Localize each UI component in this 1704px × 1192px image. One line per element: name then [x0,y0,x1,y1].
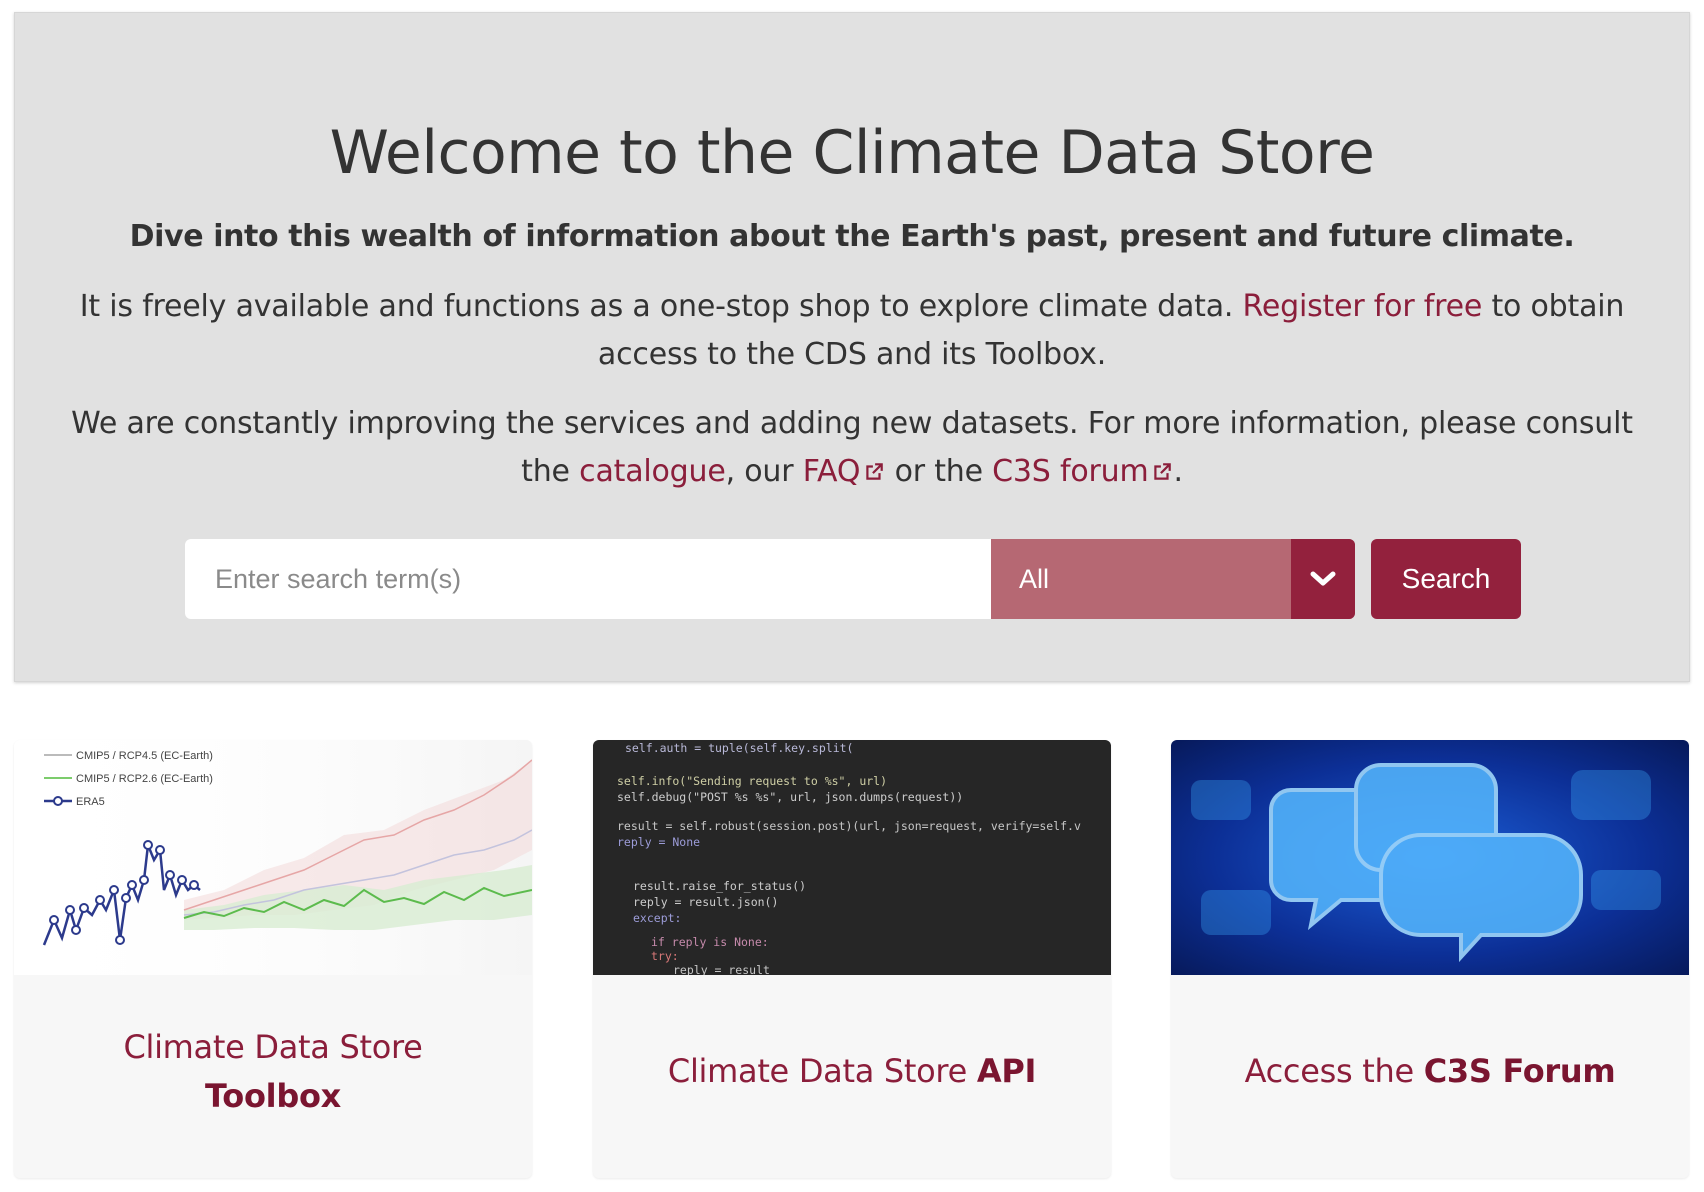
api-card-title[interactable]: Climate Data Store API [593,975,1111,1178]
forum-speech-bubbles-image [1171,740,1689,975]
legend-label-rcp26: CMIP5 / RCP2.6 (EC-Earth) [76,773,213,785]
toolbox-chart-image: CMIP5 / RCP4.5 (EC-Earth) CMIP5 / RCP2.6… [14,740,532,975]
info-text-2: , our [725,454,803,489]
search-button[interactable]: Search [1371,539,1521,619]
register-link[interactable]: Register for free [1243,289,1483,324]
info-text-3: or the [885,454,993,489]
toolbox-card-title-line1: Climate Data Store [123,1027,423,1066]
page-title: Welcome to the Climate Data Store [329,118,1375,188]
catalogue-link[interactable]: catalogue [579,454,726,489]
api-code-image: self.auth = tuple(self.key.split( self.i… [593,740,1111,975]
search-bar: All Search [185,539,1533,619]
info-paragraph: We are constantly improving the services… [55,400,1649,496]
legend-label-rcp45: CMIP5 / RCP4.5 (EC-Earth) [76,750,213,762]
search-input[interactable] [185,539,991,619]
api-card-title-line1: Climate Data Store [667,1052,977,1090]
faq-link[interactable]: FAQ [803,454,886,489]
c3s-forum-link-label: C3S forum [992,454,1149,489]
chevron-down-icon [1310,571,1336,586]
api-card-title-bold: API [976,1052,1037,1090]
forum-card-title[interactable]: Access the C3S Forum [1171,975,1689,1178]
intro-paragraph: It is freely available and functions as … [55,283,1649,379]
hero-banner: Welcome to the Climate Data Store Dive i… [14,12,1690,682]
category-select[interactable]: All [991,539,1355,619]
toolbox-card-title[interactable]: Climate Data Store Toolbox [14,975,532,1178]
faq-link-label: FAQ [802,454,861,489]
info-text-end: . [1173,454,1183,489]
external-link-icon [866,463,884,480]
forum-card-title-text: Access the C3S Forum [1245,1047,1616,1096]
toolbox-card[interactable]: CMIP5 / RCP4.5 (EC-Earth) CMIP5 / RCP2.6… [14,740,532,1178]
category-select-value: All [1019,564,1050,594]
c3s-forum-link[interactable]: C3S forum [992,454,1173,489]
api-card[interactable]: self.auth = tuple(self.key.split( self.i… [593,740,1111,1178]
forum-card-title-line1: Access the [1244,1052,1424,1090]
api-card-title-text: Climate Data Store API [668,1047,1036,1096]
intro-text-1: It is freely available and functions as … [79,289,1243,324]
hero-lead: Dive into this wealth of information abo… [129,219,1575,254]
forum-card-title-bold: C3S Forum [1423,1052,1616,1090]
select-toggle[interactable] [1291,539,1355,619]
legend-label-era5: ERA5 [76,796,105,808]
external-link-icon [1154,463,1172,480]
forum-card[interactable]: Access the C3S Forum [1171,740,1689,1178]
toolbox-card-title-bold: Toolbox [205,1076,341,1115]
